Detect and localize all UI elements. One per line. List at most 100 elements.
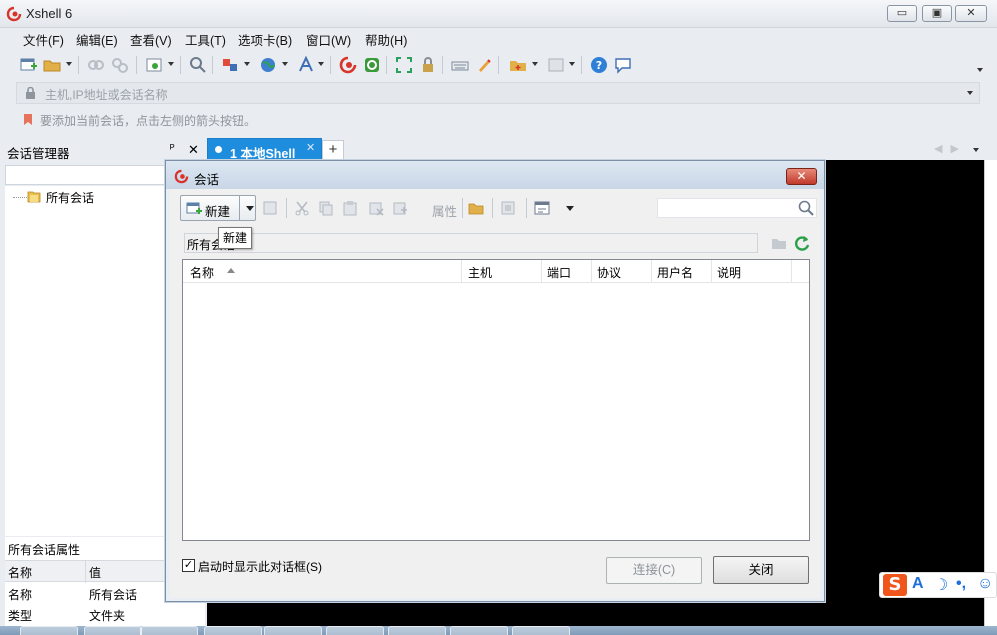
parent-folder-icon[interactable] xyxy=(771,236,787,250)
add-tab-button[interactable]: + xyxy=(322,140,344,160)
properties-label[interactable]: 属性 xyxy=(432,201,457,220)
menu-edit[interactable]: 编辑(E) xyxy=(76,30,118,49)
lock-icon[interactable] xyxy=(418,55,438,75)
properties-icon[interactable] xyxy=(144,55,164,75)
connect-button[interactable]: 连接(C) xyxy=(606,557,702,584)
help-icon[interactable]: ? xyxy=(589,55,609,75)
fullscreen-icon[interactable] xyxy=(394,55,414,75)
layout-icon[interactable] xyxy=(220,55,240,75)
find-icon[interactable] xyxy=(188,55,208,75)
keyboard-icon[interactable] xyxy=(450,55,470,75)
new-dropdown-icon[interactable] xyxy=(246,206,254,211)
ime-mode-icon[interactable]: A xyxy=(912,575,924,593)
highlight-icon[interactable] xyxy=(474,55,494,75)
minimize-button[interactable]: ▭ xyxy=(887,5,917,22)
globe-icon[interactable] xyxy=(258,55,278,75)
comment-icon[interactable] xyxy=(613,55,633,75)
address-input[interactable]: 主机,IP地址或会话名称 xyxy=(45,86,168,103)
close-window-button[interactable]: ✕ xyxy=(955,5,987,22)
session-list[interactable]: 名称 主机 端口 协议 用户名 说明 xyxy=(182,259,810,541)
taskbar-app[interactable] xyxy=(20,626,78,635)
address-dropdown-icon[interactable] xyxy=(967,91,973,95)
taskbar-app[interactable] xyxy=(84,626,142,635)
open-dropdown-icon[interactable] xyxy=(66,62,72,66)
session-manager-close-icon[interactable]: ✕ xyxy=(188,142,199,158)
menu-help[interactable]: 帮助(H) xyxy=(365,30,407,49)
refresh-icon[interactable] xyxy=(793,234,811,252)
view-icon[interactable] xyxy=(534,200,550,216)
taskbar-app[interactable] xyxy=(204,626,262,635)
tab-scroll-icon[interactable]: ◀▶ xyxy=(934,142,967,155)
column-protocol[interactable]: 协议 xyxy=(597,264,621,281)
tab-list-dropdown-icon[interactable] xyxy=(973,148,979,152)
bookmark-arrow-icon[interactable] xyxy=(22,113,34,126)
xshell-icon[interactable] xyxy=(338,55,358,75)
tab-close-icon[interactable]: ✕ xyxy=(306,141,315,154)
menu-tabs[interactable]: 选项卡(B) xyxy=(238,30,292,49)
close-button[interactable]: 关闭 xyxy=(713,556,809,584)
taskbar-app[interactable] xyxy=(450,626,508,635)
tree-item-all-sessions[interactable]: 所有会话 xyxy=(46,189,94,206)
svg-text:?: ? xyxy=(596,59,602,72)
xftp-icon[interactable] xyxy=(362,55,382,75)
disconnect-icon[interactable] xyxy=(110,55,130,75)
font-icon[interactable] xyxy=(296,55,316,75)
ime-emoji-icon[interactable]: ☺ xyxy=(977,575,993,593)
tile-dropdown-icon[interactable] xyxy=(569,62,575,66)
menu-window[interactable]: 窗口(W) xyxy=(306,30,351,49)
dialog-close-button[interactable]: ✕ xyxy=(786,168,817,185)
folder-icon[interactable] xyxy=(468,200,484,216)
session-manager-header: 会话管理器 ᴾ ✕ xyxy=(0,140,206,161)
taskbar-app[interactable] xyxy=(388,626,446,635)
column-name[interactable]: 名称 xyxy=(190,264,214,281)
taskbar-app[interactable] xyxy=(512,626,570,635)
tab-status-icon xyxy=(215,146,222,153)
taskbar-app[interactable] xyxy=(264,626,322,635)
tile-icon[interactable] xyxy=(546,55,566,75)
startup-checkbox-label[interactable]: 启动时显示此对话框(S) xyxy=(198,558,322,575)
ime-punctuation-icon[interactable]: •, xyxy=(956,575,966,593)
properties-dropdown-icon[interactable] xyxy=(168,62,174,66)
address-bar[interactable]: 主机,IP地址或会话名称 xyxy=(16,82,980,104)
ime-halfwidth-icon[interactable]: ☽ xyxy=(934,575,948,595)
taskbar-app[interactable] xyxy=(326,626,384,635)
open-folder-icon[interactable] xyxy=(42,55,62,75)
menu-view[interactable]: 查看(V) xyxy=(130,30,172,49)
dialog-search-input[interactable] xyxy=(657,198,817,218)
reconnect-icon[interactable] xyxy=(86,55,106,75)
startup-checkbox[interactable]: ✓ xyxy=(182,559,195,572)
menu-tools[interactable]: 工具(T) xyxy=(185,30,226,49)
new-session-button[interactable]: 新建 xyxy=(180,195,256,221)
terminal-scrollbar[interactable] xyxy=(984,160,997,626)
taskbar-app[interactable] xyxy=(140,626,198,635)
new-session-icon xyxy=(186,202,202,214)
paste-icon[interactable] xyxy=(342,200,358,216)
new-session-icon[interactable] xyxy=(18,55,38,75)
path-breadcrumb[interactable]: 所有会话 xyxy=(184,233,758,253)
search-icon[interactable] xyxy=(798,200,814,216)
sogou-logo-icon[interactable]: S xyxy=(883,574,907,596)
properties-icon[interactable] xyxy=(392,200,408,216)
view-dropdown-icon[interactable] xyxy=(566,206,574,211)
column-host[interactable]: 主机 xyxy=(468,264,492,281)
save-icon[interactable] xyxy=(262,200,278,216)
layout-dropdown-icon[interactable] xyxy=(244,62,250,66)
add-folder-icon[interactable] xyxy=(508,55,528,75)
maximize-button[interactable]: ▣ xyxy=(922,5,952,22)
tab-local-shell[interactable]: 1 本地Shell ✕ xyxy=(207,138,322,161)
copy-icon[interactable] xyxy=(318,200,334,216)
column-port[interactable]: 端口 xyxy=(547,264,571,281)
new-tooltip: 新建 xyxy=(218,227,252,249)
font-dropdown-icon[interactable] xyxy=(318,62,324,66)
column-description[interactable]: 说明 xyxy=(717,264,741,281)
pin-icon[interactable]: ᴾ xyxy=(170,143,175,155)
globe-dropdown-icon[interactable] xyxy=(282,62,288,66)
toolbar-overflow-icon[interactable] xyxy=(977,68,983,72)
add-folder-dropdown-icon[interactable] xyxy=(532,62,538,66)
export-icon[interactable] xyxy=(500,200,516,216)
cut-icon[interactable] xyxy=(294,200,310,216)
delete-icon[interactable] xyxy=(368,200,384,216)
xshell-logo-icon xyxy=(6,6,22,22)
menu-file[interactable]: 文件(F) xyxy=(23,30,64,49)
column-username[interactable]: 用户名 xyxy=(657,264,693,281)
